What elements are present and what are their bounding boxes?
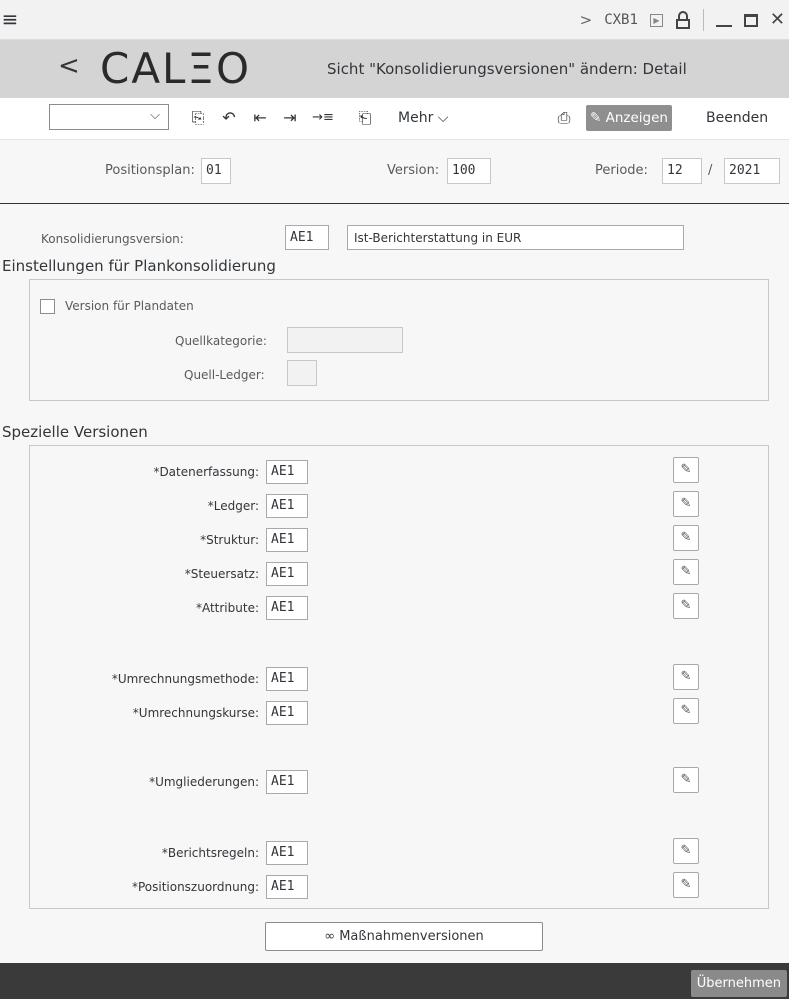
struktur-edit-button[interactable]: ✎	[673, 525, 699, 551]
pencil-icon: ✎	[680, 496, 692, 511]
pencil-icon: ✎	[680, 669, 692, 684]
logo: CALΞO	[100, 44, 252, 93]
konsolidierungsversion-description[interactable]: Ist-Berichterstattung in EUR	[347, 225, 684, 250]
pencil-icon: ✎	[680, 877, 692, 892]
plandaten-label: Version für Plandaten	[65, 299, 194, 313]
positionsplan-field[interactable]: 01	[201, 158, 231, 184]
umgliederungen-label: *Umgliederungen:	[149, 775, 259, 789]
steuersatz-label: *Steuersatz:	[184, 567, 259, 581]
divider	[702, 9, 704, 31]
chevron-down-icon: ⌵	[150, 108, 160, 123]
positionszuordnung-label: *Positionszuordnung:	[131, 880, 259, 894]
footer-bar: Übernehmen	[0, 963, 789, 999]
year-field[interactable]: 2021	[724, 158, 780, 184]
menu-icon[interactable]: ≡	[0, 8, 20, 30]
struktur-label: *Struktur:	[200, 533, 259, 547]
quellledger-field[interactable]	[287, 360, 317, 386]
pencil-icon: ✎	[680, 598, 692, 613]
undo-icon[interactable]: ↶	[218, 106, 240, 130]
pencil-icon: ✎	[680, 564, 692, 579]
pencil-icon: ✎	[680, 843, 692, 858]
insert-row-icon[interactable]: →≡	[312, 106, 334, 130]
ledger-label: *Ledger:	[207, 499, 259, 513]
datenerfassung-edit-button[interactable]: ✎	[673, 457, 699, 483]
umrechnungskurse-label: *Umrechnungskurse:	[132, 706, 259, 720]
play-icon[interactable]: ▶	[649, 13, 663, 27]
exit-button[interactable]: Beenden	[706, 106, 768, 130]
umgliederungen-edit-button[interactable]: ✎	[673, 767, 699, 793]
toolbar: ⌵ ⎘ ↶ ⇤ ⇥ →≡ ⎗ Mehr ⌵ ⎙ ✎ Anzeigen Beend…	[0, 98, 789, 140]
maximize-icon[interactable]	[743, 13, 758, 27]
special-section-title: Spezielle Versionen	[2, 423, 148, 441]
datenerfassung-field[interactable]: AE1	[266, 460, 308, 484]
steuersatz-field[interactable]: AE1	[266, 562, 308, 586]
struktur-field[interactable]: AE1	[266, 528, 308, 552]
umrechnungsmethode-edit-button[interactable]: ✎	[673, 664, 699, 690]
ledger-field[interactable]: AE1	[266, 494, 308, 518]
glasses-icon: ∞	[324, 929, 336, 944]
minimize-icon[interactable]	[715, 25, 732, 27]
attribute-field[interactable]: AE1	[266, 596, 308, 620]
title-bar-controls: > CXB1 ▶ ✕	[580, 0, 789, 40]
umrechnungsmethode-field[interactable]: AE1	[266, 667, 308, 691]
konsolidierungsversion-field[interactable]: AE1	[285, 225, 329, 250]
pencil-icon: ✎	[680, 530, 692, 545]
chevron-right-icon[interactable]: >	[580, 11, 593, 29]
berichtsregeln-label: *Berichtsregeln:	[161, 846, 259, 860]
massnahmenversionen-button[interactable]: ∞ Maßnahmenversionen	[265, 922, 543, 951]
version-label: Version:	[387, 163, 440, 178]
attribute-label: *Attribute:	[195, 601, 259, 615]
periode-field[interactable]: 12	[662, 158, 702, 184]
header-fields: Positionsplan: 01 Version: 100 Periode: …	[0, 140, 789, 204]
command-field-select[interactable]: ⌵	[49, 104, 169, 130]
quellkategorie-label: Quellkategorie:	[175, 334, 267, 348]
print-icon[interactable]: ⎙	[553, 106, 575, 130]
quellledger-label: Quell-Ledger:	[184, 368, 265, 382]
konsolidierungsversion-label: Konsolidierungsversion:	[41, 232, 184, 246]
steuersatz-edit-button[interactable]: ✎	[673, 559, 699, 585]
transaction-code: CXB1	[604, 12, 638, 28]
plan-section-title: Einstellungen für Plankonsolidierung	[2, 257, 276, 275]
positionszuordnung-edit-button[interactable]: ✎	[673, 872, 699, 898]
attribute-edit-button[interactable]: ✎	[673, 593, 699, 619]
ledger-edit-button[interactable]: ✎	[673, 491, 699, 517]
berichtsregeln-edit-button[interactable]: ✎	[673, 838, 699, 864]
pencil-icon: ✎	[680, 462, 692, 477]
more-menu[interactable]: Mehr ⌵	[398, 106, 448, 130]
positionsplan-label: Positionsplan:	[105, 163, 195, 178]
plan-group: Version für Plandaten Quellkategorie: Qu…	[29, 279, 769, 401]
pencil-icon: ✎	[680, 772, 692, 787]
copy-icon[interactable]: ⎘	[187, 106, 209, 130]
back-button[interactable]: <	[58, 51, 80, 81]
apply-button[interactable]: Übernehmen	[690, 970, 787, 997]
quellkategorie-field[interactable]	[287, 327, 403, 353]
umrechnungskurse-field[interactable]: AE1	[266, 701, 308, 725]
display-button[interactable]: ✎ Anzeigen	[586, 105, 672, 131]
close-icon[interactable]: ✕	[770, 11, 785, 29]
datenerfassung-label: *Datenerfassung:	[153, 465, 259, 479]
umrechnungsmethode-label: *Umrechnungsmethode:	[111, 672, 259, 686]
title-bar: ≡ > CXB1 ▶ ✕	[0, 0, 789, 40]
positionszuordnung-field[interactable]: AE1	[266, 875, 308, 899]
lock-icon[interactable]	[675, 11, 691, 29]
periode-label: Periode:	[595, 163, 648, 178]
umrechnungskurse-edit-button[interactable]: ✎	[673, 698, 699, 724]
periode-separator: /	[708, 163, 713, 178]
umgliederungen-field[interactable]: AE1	[266, 770, 308, 794]
delete-icon[interactable]: ⇤	[249, 106, 271, 130]
berichtsregeln-field[interactable]: AE1	[266, 841, 308, 865]
pencil-icon: ✎	[680, 703, 692, 718]
export-icon[interactable]: ⇥	[279, 106, 301, 130]
app-header: < CALΞO Sicht "Konsolidierungsversionen"…	[0, 40, 789, 98]
document-search-icon[interactable]: ⎗	[354, 106, 376, 130]
version-field[interactable]: 100	[447, 158, 491, 184]
page-title: Sicht "Konsolidierungsversionen" ändern:…	[327, 60, 687, 78]
plandaten-checkbox[interactable]	[40, 299, 55, 314]
